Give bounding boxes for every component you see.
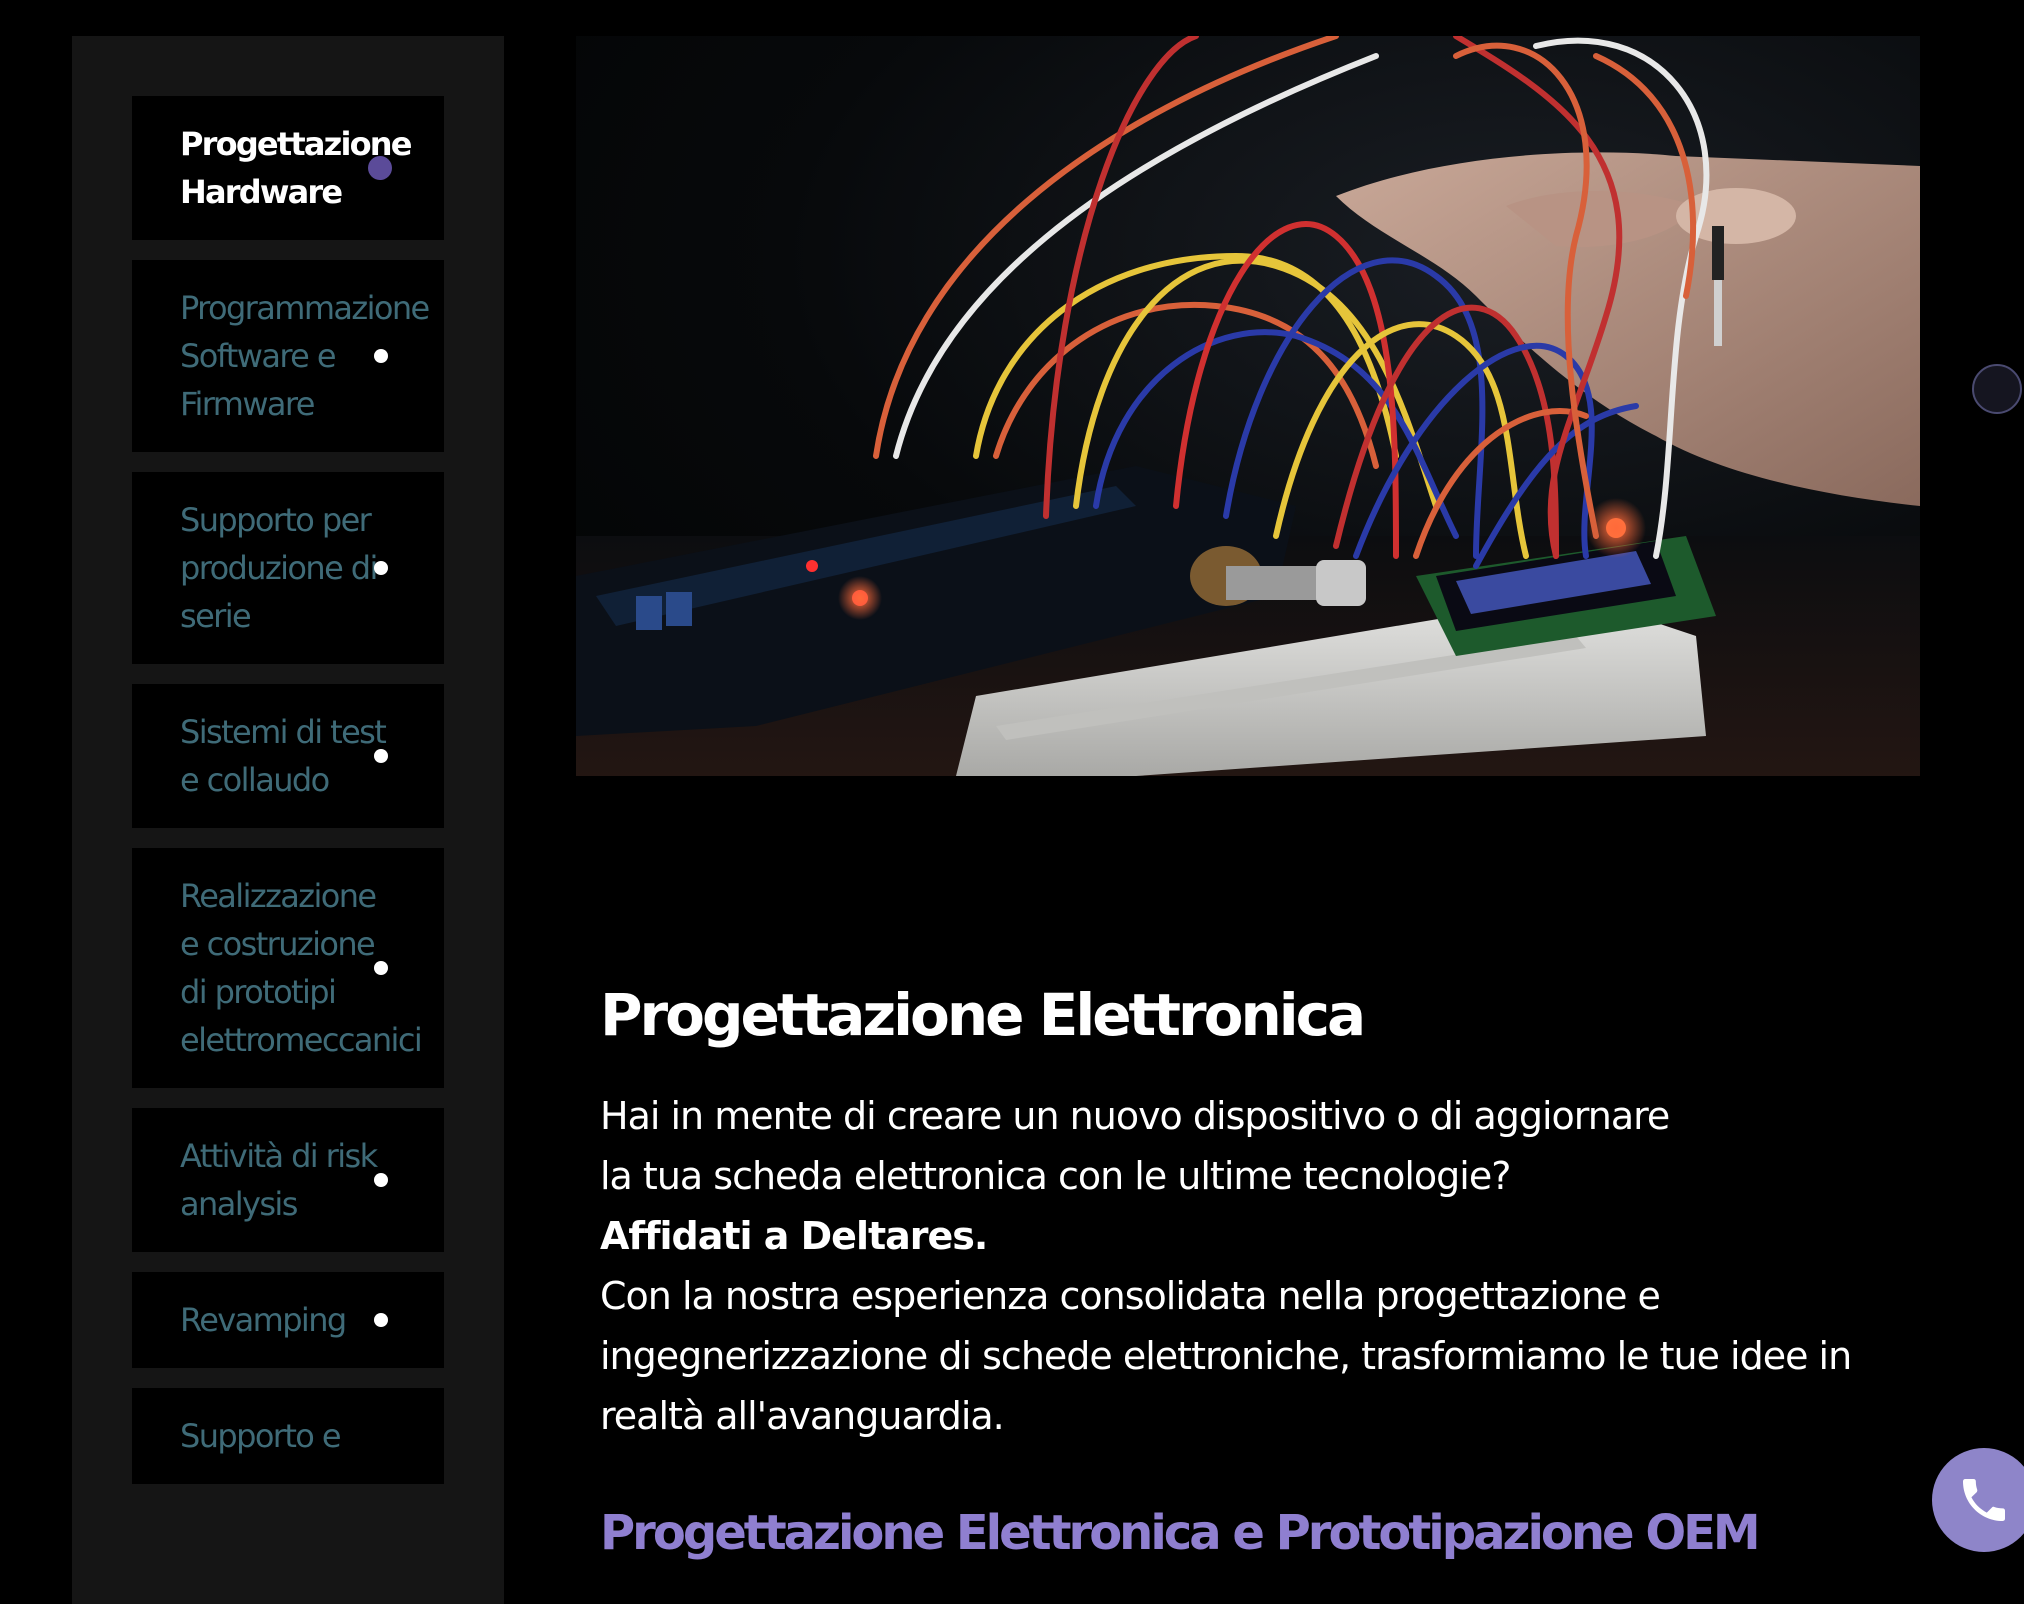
sidebar-item-risk-analysis[interactable]: Attività di risk analysis [132, 1108, 444, 1252]
intro-line: ingegnerizzazione di schede elettroniche… [600, 1334, 1852, 1378]
call-button[interactable] [1932, 1448, 2024, 1552]
intro-highlight: Affidati a Deltares. [600, 1214, 988, 1258]
dot-icon [374, 349, 388, 363]
sidebar-item-revamping[interactable]: Revamping [132, 1272, 444, 1368]
sidebar-item-label: Supporto e [180, 1417, 342, 1455]
sidebar-item-progettazione-hardware[interactable]: Progettazione Hardware [132, 96, 444, 240]
sidebar-item-sistemi-test[interactable]: Sistemi di test e collaudo [132, 684, 444, 828]
dot-icon [374, 561, 388, 575]
sidebar-item-label: Revamping [180, 1301, 347, 1339]
sidebar-item-prototipi[interactable]: Realizzazione e costruzione di prototipi… [132, 848, 444, 1088]
sidebar-item-label: Attività di risk analysis [180, 1137, 378, 1223]
dot-icon [368, 156, 392, 180]
sidebar-item-label: Progettazione Hardware [180, 125, 412, 211]
main-content: Progettazione Elettronica Hai in mente d… [600, 970, 1920, 1604]
sidebar-item-label: Supporto per produzione di serie [180, 501, 378, 635]
breadboard-illustration [576, 36, 1920, 776]
sidebar-item-supporto-produzione[interactable]: Supporto per produzione di serie [132, 472, 444, 664]
dot-icon [374, 1313, 388, 1327]
sidebar-item-label: Programmazione Software e Firmware [180, 289, 430, 423]
dot-icon [374, 749, 388, 763]
dot-icon [374, 961, 388, 975]
dot-icon [374, 1173, 388, 1187]
intro-paragraph: Hai in mente di creare un nuovo disposit… [600, 1086, 1920, 1446]
sidebar-item-programmazione-software[interactable]: Programmazione Software e Firmware [132, 260, 444, 452]
page: Progettazione Hardware Programmazione So… [0, 0, 2024, 1604]
hero-image [576, 36, 1920, 776]
phone-icon [1963, 1479, 2005, 1521]
sidebar-item-label: Realizzazione e costruzione di prototipi… [180, 877, 423, 1059]
service-sidebar: Progettazione Hardware Programmazione So… [72, 36, 504, 1604]
intro-line: Hai in mente di creare un nuovo disposit… [600, 1094, 1670, 1138]
intro-line: realtà all'avanguardia. [600, 1394, 1005, 1438]
service-list: Progettazione Hardware Programmazione So… [132, 96, 444, 1504]
page-title: Progettazione Elettronica [600, 981, 1366, 1049]
scroll-indicator-icon[interactable] [1972, 364, 2022, 414]
sidebar-item-supporto[interactable]: Supporto e [132, 1388, 444, 1484]
sidebar-item-label: Sistemi di test e collaudo [180, 713, 387, 799]
intro-line: Con la nostra esperienza consolidata nel… [600, 1274, 1661, 1318]
section-subtitle: Progettazione Elettronica e Prototipazio… [600, 1505, 1761, 1561]
intro-line: la tua scheda elettronica con le ultime … [600, 1154, 1511, 1198]
